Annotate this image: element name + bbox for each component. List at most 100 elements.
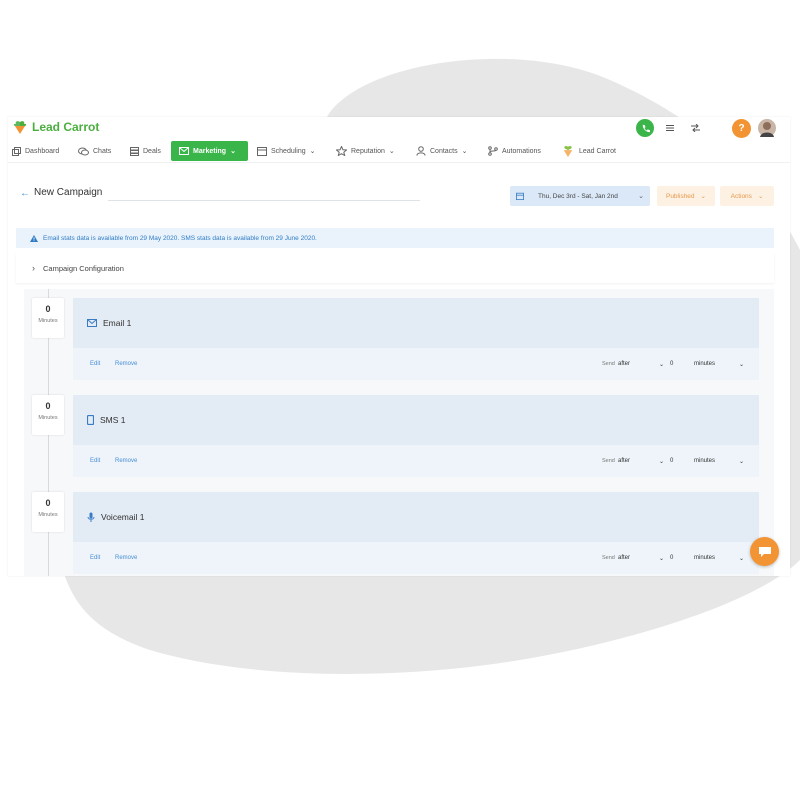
nav-item-contacts[interactable]: Contacts ⌄ [416,141,468,161]
timing-value: after [618,458,631,464]
timing-select[interactable]: after ⌄ [618,455,664,467]
nav-item-automations[interactable]: Automations [488,141,541,161]
star-icon [336,146,347,156]
edit-link[interactable]: Edit [90,361,100,367]
alert-text: Email stats data is available from 29 Ma… [43,234,317,242]
swap-arrows-icon [690,124,700,132]
nav-item-dashboard[interactable]: Dashboard [12,141,59,161]
step-footer: Edit Remove Send after ⌄ 0 minutes ⌄ [73,445,759,477]
phone-call-button[interactable] [636,119,654,137]
info-alert: Email stats data is available from 29 Ma… [16,228,774,248]
phone-icon [87,415,94,425]
campaign-title-input[interactable]: New Campaign [34,187,102,198]
remove-link[interactable]: Remove [115,555,137,561]
delay-unit: Minutes [38,415,58,421]
delay-value: 0 [45,498,51,508]
phone-icon [642,124,650,132]
unit-value: minutes [694,458,716,464]
step-footer: Edit Remove Send after ⌄ 0 minutes ⌄ [73,348,759,380]
avatar[interactable] [758,119,776,137]
step-header[interactable]: SMS 1 [73,395,759,445]
campaign-steps: 0 Minutes Email 1 Edit Remove Send after… [24,289,774,576]
unit-select[interactable]: minutes ⌄ [694,552,744,564]
unit-value: minutes [694,361,716,367]
step-card-email: Email 1 Edit Remove Send after ⌄ 0 minute… [73,298,759,380]
step-header[interactable]: Email 1 [73,298,759,348]
microphone-icon [87,512,95,522]
chevron-down-icon: ⌄ [230,148,236,155]
nav-label: Chats [93,147,112,155]
remove-link[interactable]: Remove [115,458,137,464]
send-label: Send [602,458,615,464]
back-button[interactable]: ← [20,188,30,199]
nav-label: Contacts [430,147,458,155]
step-delay-badge: 0 Minutes [32,395,64,435]
actions-label: Actions [730,192,752,200]
nav-item-lead-carrot[interactable]: Lead Carrot [561,141,616,161]
user-icon [416,146,426,156]
amount-input[interactable]: 0 [670,552,688,564]
step-delay-badge: 0 Minutes [32,492,64,532]
nav-label: Scheduling [271,147,306,155]
nav-item-scheduling[interactable]: Scheduling ⌄ [257,141,316,161]
nav-label: Automations [502,147,541,155]
date-range-picker[interactable]: Thu, Dec 3rd - Sat, Jan 2nd ⌄ [510,186,650,206]
amount-input[interactable]: 0 [670,455,688,467]
chevron-right-icon: › [32,263,35,273]
published-status-dropdown[interactable]: Published ⌄ [657,186,715,206]
amount-value: 0 [670,361,674,367]
unit-select[interactable]: minutes ⌄ [694,358,744,370]
edit-link[interactable]: Edit [90,458,100,464]
timing-select[interactable]: after ⌄ [618,552,664,564]
step-name: Voicemail 1 [101,512,145,522]
logo: Lead Carrot [12,120,99,134]
title-underline [108,200,420,201]
nav-item-reputation[interactable]: Reputation ⌄ [336,141,395,161]
mail-icon [179,147,189,155]
step-name: Email 1 [103,318,132,328]
help-button[interactable]: ? [732,119,751,138]
config-label: Campaign Configuration [43,263,124,273]
chat-bubble-icon [758,546,771,557]
chevron-down-icon: ⌄ [658,361,664,368]
edit-link[interactable]: Edit [90,555,100,561]
carrot-icon [563,146,573,157]
brand-name: Lead Carrot [32,120,100,134]
send-label: Send [602,555,615,561]
actions-dropdown[interactable]: Actions ⌄ [720,186,774,206]
chevron-down-icon: ⌄ [638,193,644,200]
step-delay-badge: 0 Minutes [32,298,64,338]
amount-value: 0 [670,555,674,561]
app-window: Lead Carrot ? Dashboard Chats Deals Mark… [8,117,790,576]
date-range-text: Thu, Dec 3rd - Sat, Jan 2nd [538,192,618,200]
list-icon [666,125,674,131]
nav-label: Dashboard [25,147,60,155]
chat-widget-button[interactable] [750,537,779,566]
chevron-down-icon: ⌄ [461,148,468,155]
nav-item-deals[interactable]: Deals [130,141,161,161]
list-button[interactable] [665,119,675,137]
chevron-down-icon: ⌄ [757,193,764,200]
unit-select[interactable]: minutes ⌄ [694,455,744,467]
user-avatar-icon [760,122,774,137]
switch-button[interactable] [690,119,700,137]
warning-icon [30,234,38,242]
nav-item-marketing[interactable]: Marketing ⌄ [171,141,248,161]
step-name: SMS 1 [100,415,126,425]
status-label: Published [665,192,695,200]
nav-label: Reputation [351,147,385,155]
chevron-down-icon: ⌄ [738,458,744,465]
amount-value: 0 [670,458,674,464]
help-label: ? [738,123,745,134]
nav-item-chats[interactable]: Chats [78,141,111,161]
nav-label: Lead Carrot [579,147,616,155]
step-card-voicemail: Voicemail 1 Edit Remove Send after ⌄ 0 mi… [73,492,759,574]
deals-icon [130,146,139,156]
chevron-down-icon: ⌄ [658,555,664,562]
step-header[interactable]: Voicemail 1 [73,492,759,542]
remove-link[interactable]: Remove [115,361,137,367]
campaign-configuration-toggle[interactable]: › Campaign Configuration [16,253,774,283]
timing-value: after [618,555,631,561]
amount-input[interactable]: 0 [670,358,688,370]
timing-select[interactable]: after ⌄ [618,358,664,370]
